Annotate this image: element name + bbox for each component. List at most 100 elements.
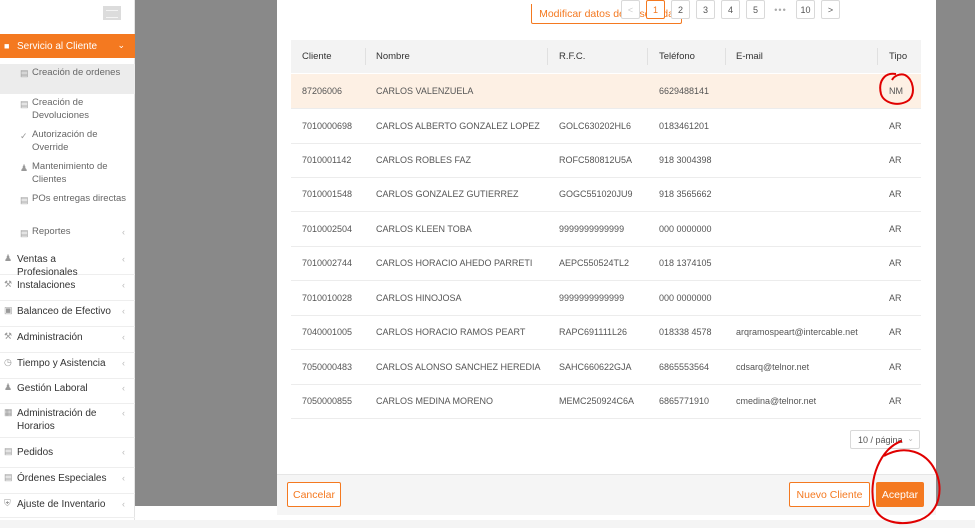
sidebar-item-label: Tiempo y Asistencia — [17, 358, 106, 369]
sidebar-item-tiempo[interactable]: ◷ Tiempo y Asistencia ‹ — [0, 357, 135, 379]
wrench-icon: ⚒ — [4, 331, 13, 341]
table-row[interactable]: 7010002504 CARLOS KLEEN TOBA 99999999999… — [291, 212, 921, 247]
cell-email: cdsarq@telnor.net — [736, 362, 810, 372]
table-row[interactable]: 7010010028 CARLOS HINOJOSA 9999999999999… — [291, 281, 921, 316]
sidebar-item-ajuste-inventario[interactable]: ⛨ Ajuste de Inventario ‹ — [0, 498, 135, 518]
pagination-next-button[interactable]: > — [821, 0, 840, 19]
cell-rfc: 9999999999999 — [559, 293, 625, 303]
chevron-left-icon: ‹ — [122, 383, 125, 393]
table-row[interactable]: 7010000698 CARLOS ALBERTO GONZALEZ LOPEZ… — [291, 109, 921, 144]
return-icon: ▤ — [20, 99, 29, 109]
cell-nombre: CARLOS ALBERTO GONZALEZ LOPEZ — [376, 121, 540, 131]
sidebar: ■ Servicio al Cliente ⌄ ▤ Creación de or… — [0, 0, 135, 520]
sidebar-subitem-label: Creación de ordenes — [32, 67, 121, 78]
sidebar-item-gestion-laboral[interactable]: ♟ Gestión Laboral ‹ — [0, 382, 135, 404]
clock-icon: ◷ — [4, 357, 12, 367]
pagination-ellipsis[interactable]: ••• — [771, 0, 790, 19]
sidebar-item-balanceo[interactable]: ▣ Balanceo de Efectivo ‹ — [0, 305, 135, 327]
sidebar-item-instalaciones[interactable]: ⚒ Instalaciones ‹ — [0, 279, 135, 301]
cell-cliente: 7050000483 — [302, 362, 353, 372]
chevron-left-icon: ‹ — [122, 473, 125, 483]
pagination-page-4[interactable]: 4 — [721, 0, 740, 19]
sidebar-item-pedidos[interactable]: ▤ Pedidos ‹ — [0, 446, 135, 468]
cell-rfc: GOGC551020JU9 — [559, 189, 633, 199]
page-size-select[interactable]: 10 / página ⌄ — [850, 430, 920, 449]
cell-nombre: CARLOS ROBLES FAZ — [376, 155, 472, 165]
cell-cliente: 7010010028 — [302, 293, 353, 303]
sidebar-item-label: Balanceo de Efectivo — [17, 306, 111, 317]
pagination-page-2[interactable]: 2 — [671, 0, 690, 19]
sidebar-subitem-creacion-ordenes[interactable]: ▤ Creación de ordenes — [0, 64, 135, 94]
pagination-prev-button[interactable]: < — [621, 0, 640, 19]
chevron-down-icon: ⌄ — [117, 40, 125, 50]
cell-rfc: ROFC580812U5A — [559, 155, 633, 165]
user-icon: ■ — [4, 41, 10, 51]
column-header-email: E-mail — [736, 51, 763, 62]
cell-cliente: 7010001548 — [302, 189, 353, 199]
sidebar-item-label: Gestión Laboral — [17, 383, 88, 394]
cell-tipo: AR — [889, 121, 902, 131]
sidebar-item-servicio-al-cliente[interactable]: ■ Servicio al Cliente ⌄ — [0, 34, 135, 58]
sidebar-subitem-pos-entregas[interactable]: ▤ POs entregas directas — [0, 193, 135, 221]
cell-email: arqramospeart@intercable.net — [736, 327, 858, 337]
table-row[interactable]: 7040001005 CARLOS HORACIO RAMOS PEART RA… — [291, 315, 921, 350]
pagination-page-10[interactable]: 10 — [796, 0, 815, 19]
cell-tipo: AR — [889, 224, 902, 234]
pagination-page-3[interactable]: 3 — [696, 0, 715, 19]
sidebar-item-label: Instalaciones — [17, 280, 76, 291]
accept-button[interactable]: Aceptar — [876, 482, 924, 507]
cell-telefono: 918 3004398 — [659, 155, 712, 165]
table-icon: ▤ — [20, 68, 29, 78]
cell-rfc: 9999999999999 — [559, 224, 625, 234]
pagination-page-5[interactable]: 5 — [746, 0, 765, 19]
sidebar-item-label: Ajuste de Inventario — [17, 499, 106, 510]
cell-tipo: AR — [889, 293, 902, 303]
sidebar-item-ventas[interactable]: ♟ Ventas a Profesionales ‹ — [0, 253, 135, 278]
menu-toggle-icon[interactable] — [103, 6, 121, 20]
sidebar-subitem-label: Autorización de Override — [32, 129, 98, 153]
table-icon: ▤ — [20, 195, 29, 205]
new-client-button[interactable]: Nuevo Cliente — [789, 482, 870, 507]
table-row[interactable]: 7010001142 CARLOS ROBLES FAZ ROFC580812U… — [291, 143, 921, 178]
sidebar-subitem-label: Reportes — [32, 226, 71, 237]
table-row[interactable]: 7050000483 CARLOS ALONSO SANCHEZ HEREDIA… — [291, 350, 921, 385]
cancel-button[interactable]: Cancelar — [287, 482, 341, 507]
cell-cliente: 7040001005 — [302, 327, 353, 337]
cell-telefono: 6865771910 — [659, 396, 710, 406]
chevron-left-icon: ‹ — [122, 306, 125, 316]
sidebar-item-administracion[interactable]: ⚒ Administración ‹ — [0, 331, 135, 353]
cell-rfc: RAPC691111L26 — [559, 327, 628, 337]
sidebar-subitem-mantenimiento-clientes[interactable]: ♟ Mantenimiento de Clientes — [0, 161, 135, 189]
sidebar-item-label: Servicio al Cliente — [17, 40, 98, 52]
page-size-value: 10 / página — [858, 434, 903, 445]
sidebar-item-label: Órdenes Especiales — [17, 473, 107, 484]
users-icon: ♟ — [4, 382, 13, 392]
cell-rfc: AEPC550524TL2 — [559, 258, 630, 268]
sidebar-item-ordenes-especiales[interactable]: ▤ Órdenes Especiales ‹ — [0, 472, 135, 494]
sidebar-subitem-reportes[interactable]: ▤ Reportes ‹ — [0, 226, 135, 242]
column-header-telefono: Teléfono — [659, 51, 695, 62]
column-header-tipo: Tipo — [889, 51, 908, 62]
table-row[interactable]: 87206006 CARLOS VALENZUELA 6629488141 NM — [291, 74, 921, 109]
table-row[interactable]: 7010002744 CARLOS HORACIO AHEDO PARRETI … — [291, 246, 921, 281]
chevron-down-icon: ⌄ — [907, 434, 914, 443]
cell-cliente: 7050000855 — [302, 396, 353, 406]
pagination-page-1[interactable]: 1 — [646, 0, 665, 19]
column-header-nombre: Nombre — [376, 51, 410, 62]
sidebar-subitem-label: Creación de Devoluciones — [32, 97, 90, 121]
cell-nombre: CARLOS MEDINA MORENO — [376, 396, 494, 406]
sidebar-item-label: Pedidos — [17, 447, 54, 458]
chevron-left-icon: ‹ — [122, 358, 125, 368]
cell-nombre: CARLOS HINOJOSA — [376, 293, 462, 303]
table-row[interactable]: 7010001548 CARLOS GONZALEZ GUTIERREZ GOG… — [291, 177, 921, 212]
chevron-left-icon: ‹ — [122, 332, 125, 342]
table-row[interactable]: 7050000855 CARLOS MEDINA MORENO MEMC2509… — [291, 384, 921, 419]
sidebar-item-label: Administración de Horarios — [17, 408, 97, 432]
sidebar-subitem-creacion-devoluciones[interactable]: ▤ Creación de Devoluciones — [0, 97, 135, 125]
page-bottom-strip — [0, 520, 975, 528]
sidebar-item-horarios[interactable]: ▦ Administración de Horarios ‹ — [0, 407, 135, 438]
chevron-left-icon: ‹ — [122, 447, 125, 457]
sidebar-subitem-autorizacion-override[interactable]: ✓ Autorización de Override — [0, 129, 135, 157]
chevron-left-icon: ‹ — [122, 254, 125, 264]
chevron-left-icon: ‹ — [122, 499, 125, 509]
